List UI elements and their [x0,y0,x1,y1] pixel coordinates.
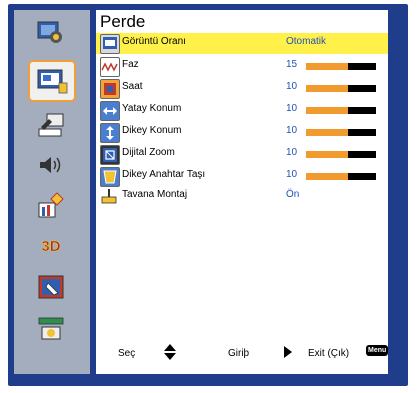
row-label: Faz [122,59,139,70]
menu-row-phase[interactable]: Faz 15 [96,56,388,77]
row-value: 10 [286,125,298,136]
aspect-ratio-icon [100,34,120,54]
level-bar-fill [306,107,348,114]
row-label: Dijital Zoom [122,147,175,158]
level-bar-fill [306,151,348,158]
level-bar[interactable] [306,63,376,70]
row-value: 10 [286,103,298,114]
level-bar[interactable] [306,129,376,136]
row-label: Dikey Anahtar Taşı [122,169,206,180]
menu-row-digital-zoom[interactable]: Dijital Zoom 10 [96,144,388,165]
row-label: Görüntü Oranı [122,36,186,47]
row-label: Tavana Montaj [122,189,188,200]
row-label: Yatay Konum [122,103,182,114]
setup-icon[interactable] [34,110,68,140]
menu-row-horizontal-position[interactable]: Yatay Konum 10 [96,100,388,121]
row-value: Otomatik [286,36,327,47]
row-value: 15 [286,59,298,70]
digital-zoom-icon [100,145,120,165]
level-bar[interactable] [306,85,376,92]
level-bar-fill [306,173,348,180]
lamp-icon[interactable] [34,272,68,302]
exit-hint: Exit (Çık) [308,348,350,359]
display-icon[interactable] [28,60,76,102]
menu-row-keystone[interactable]: Dikey Anahtar Taşı 10 [96,166,388,187]
image-settings-icon[interactable] [34,18,68,48]
3d-icon-label: 3D [41,238,60,255]
menu-row-clock[interactable]: Saat 10 [96,78,388,99]
menu-key-icon: Menu [366,345,389,356]
ceiling-mount-icon [100,187,118,205]
level-bar-fill [306,63,348,70]
menu-row-vertical-position[interactable]: Dikey Konum 10 [96,122,388,143]
up-down-arrows-icon [164,344,176,363]
level-bar-fill [306,129,348,136]
keystone-icon [100,167,120,187]
sidebar: 3D [14,10,90,374]
row-label: Dikey Konum [122,125,182,136]
page-title: Perde [100,12,146,31]
level-bar-fill [306,85,348,92]
phase-icon [100,57,120,77]
row-value: 10 [286,147,298,158]
row-value: Ön [286,189,300,200]
footer-hints: Seç Giriþ Exit (Çık) Menu [96,340,389,374]
row-value: 10 [286,81,298,92]
level-bar[interactable] [306,173,376,180]
options-icon[interactable] [34,190,68,220]
vertical-position-icon [100,123,120,143]
level-bar[interactable] [306,151,376,158]
volume-icon[interactable] [34,150,68,180]
row-label: Saat [122,81,143,92]
right-arrow-icon [284,346,292,361]
select-hint: Seç [118,348,136,359]
3d-icon[interactable]: 3D [34,230,68,260]
menu-row-ceiling-mount[interactable]: Tavana Montaj Ön [96,186,388,207]
network-icon[interactable] [34,314,68,344]
menu-row-aspect-ratio[interactable]: Görüntü Oranı Otomatik [96,33,388,54]
enter-hint: Giriþ [228,348,250,359]
row-value: 10 [286,169,298,180]
horizontal-position-icon [100,101,120,121]
level-bar[interactable] [306,107,376,114]
clock-icon [100,79,120,99]
